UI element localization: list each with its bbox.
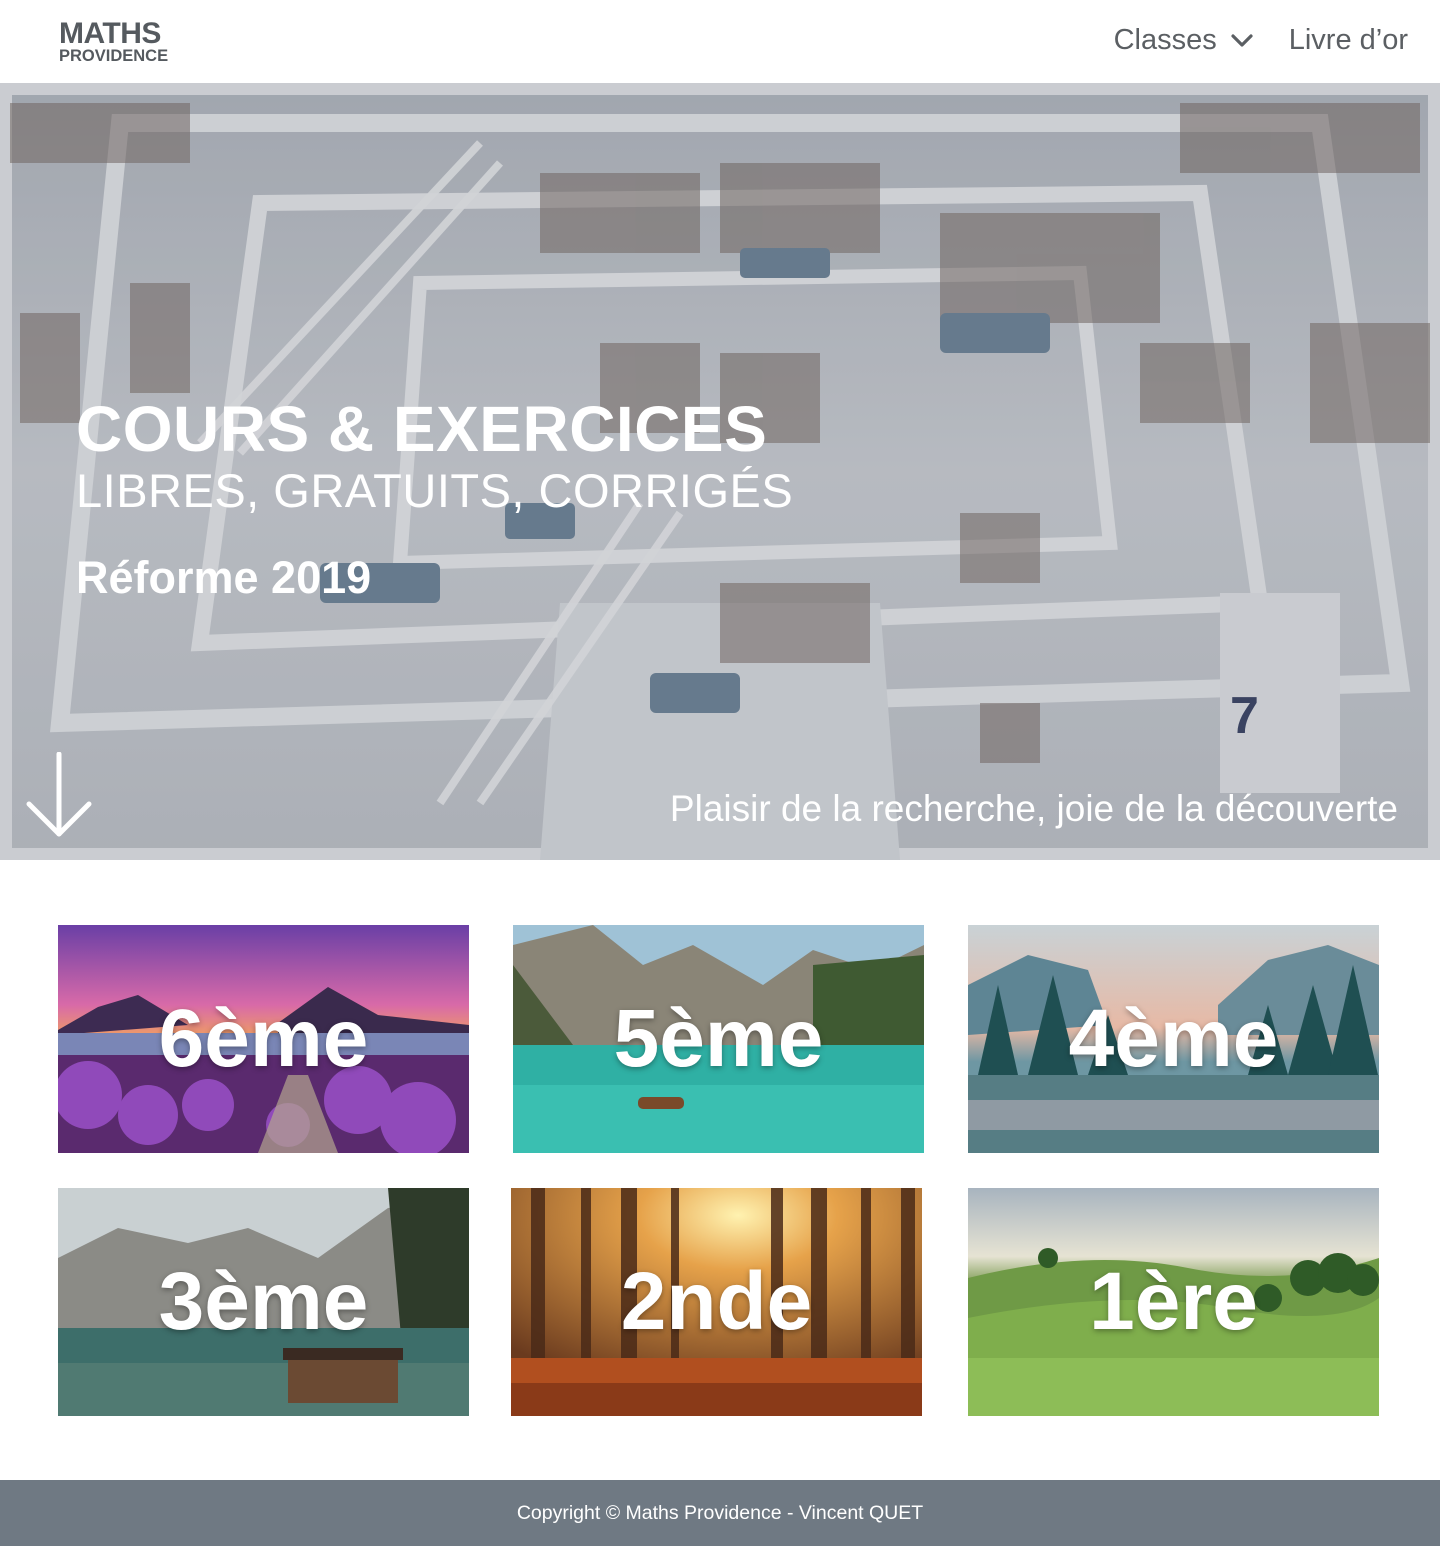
card-label: 1ère bbox=[1089, 1256, 1258, 1347]
nav-classes-label: Classes bbox=[1113, 24, 1217, 56]
class-card-4eme[interactable]: 4ème bbox=[968, 925, 1379, 1153]
hero-title: COURS & EXERCICES bbox=[76, 393, 768, 465]
main-nav: Classes Livre d’or bbox=[1114, 24, 1408, 57]
class-card-5eme[interactable]: 5ème bbox=[513, 925, 924, 1153]
card-label: 5ème bbox=[613, 993, 824, 1084]
hero-banner: 7 COURS & EXERCICES LIBRES, GRATUITS, CO… bbox=[0, 83, 1440, 860]
class-card-3eme[interactable]: 3ème bbox=[58, 1188, 469, 1416]
nav-guestbook-link[interactable]: Livre d’or bbox=[1289, 24, 1408, 57]
card-label: 2nde bbox=[620, 1256, 813, 1347]
class-card-6eme[interactable]: 6ème bbox=[58, 925, 469, 1153]
card-label: 3ème bbox=[158, 1256, 369, 1347]
site-logo[interactable]: MATHS PROVIDENCE bbox=[59, 19, 168, 65]
logo-line-2: PROVIDENCE bbox=[59, 47, 169, 65]
card-label: 6ème bbox=[158, 993, 369, 1084]
chevron-down-icon bbox=[1231, 33, 1253, 48]
hero-reform-label: Réforme 2019 bbox=[76, 552, 372, 603]
hero-subtitle: LIBRES, GRATUITS, CORRIGÉS bbox=[76, 464, 794, 517]
site-footer: Copyright © Maths Providence - Vincent Q… bbox=[0, 1480, 1440, 1546]
hero-tagline: Plaisir de la recherche, joie de la déco… bbox=[669, 788, 1398, 829]
arrow-down-icon[interactable] bbox=[25, 751, 93, 838]
logo-line-1: MATHS bbox=[59, 17, 161, 50]
site-header: MATHS PROVIDENCE Classes Livre d’or bbox=[0, 0, 1440, 83]
class-card-1ere[interactable]: 1ère bbox=[968, 1188, 1379, 1416]
class-card-2nde[interactable]: 2nde bbox=[511, 1188, 922, 1416]
nav-guestbook-label: Livre d’or bbox=[1288, 24, 1408, 56]
card-label: 4ème bbox=[1068, 993, 1279, 1084]
footer-copyright: Copyright © Maths Providence - Vincent Q… bbox=[516, 1501, 924, 1524]
nav-classes-dropdown[interactable]: Classes bbox=[1114, 24, 1253, 57]
